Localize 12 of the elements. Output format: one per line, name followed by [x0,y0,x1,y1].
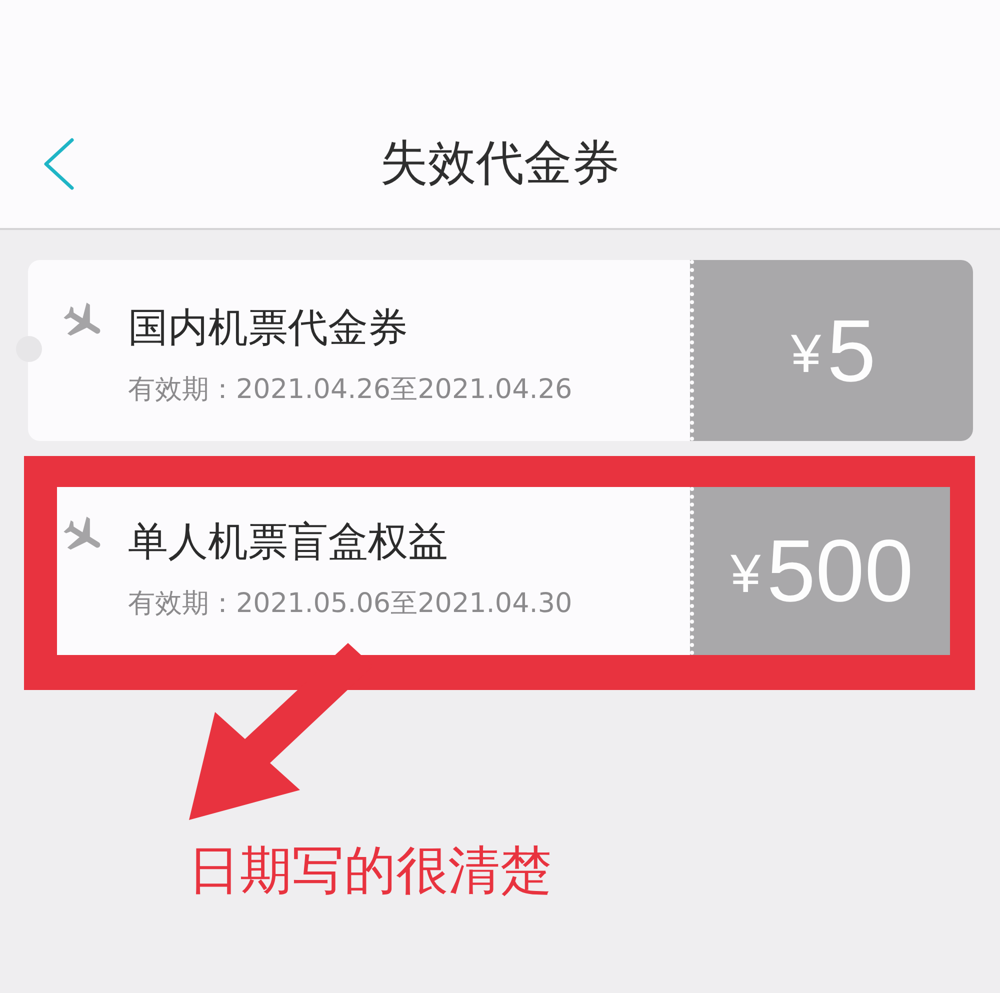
annotation-text: 日期写的很清楚 [188,840,552,902]
voucher-title: 单人机票盲盒权益 [128,518,448,566]
page-title: 失效代金券 [380,135,620,193]
validity-period: 有效期：2021.05.06至2021.04.30 [128,588,572,620]
voucher-amount: 500 [766,527,914,615]
voucher-title: 国内机票代金券 [128,304,408,352]
voucher-amount: 5 [827,306,876,394]
currency-symbol: ¥ [791,326,822,380]
voucher-card[interactable]: 国内机票代金券 有效期：2021.04.26至2021.04.26 ¥5 [28,260,973,441]
validity-period: 有效期：2021.04.26至2021.04.26 [128,374,572,406]
voucher-card[interactable]: 单人机票盲盒权益 有效期：2021.05.06至2021.04.30 ¥500 [57,487,950,655]
currency-symbol: ¥ [730,547,761,601]
